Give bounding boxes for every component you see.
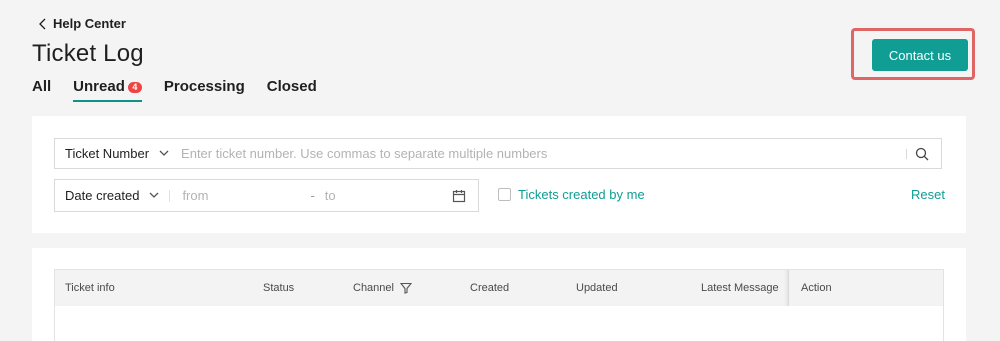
table-header: Ticket info Status Channel Created Updat… xyxy=(55,270,943,306)
tab-label: Processing xyxy=(163,78,245,95)
ticket-search-input[interactable] xyxy=(179,138,906,169)
reset-link[interactable]: Reset xyxy=(911,187,945,202)
divider xyxy=(169,189,171,202)
column-divider xyxy=(788,270,789,306)
column-header-ticket-info: Ticket info xyxy=(65,282,115,294)
chevron-down-icon xyxy=(159,150,169,156)
search-field-select[interactable]: Ticket Number xyxy=(55,146,169,161)
column-header-channel: Channel xyxy=(353,270,412,306)
date-from-input[interactable] xyxy=(180,180,305,211)
tab-all[interactable]: All xyxy=(32,76,51,102)
breadcrumb-label: Help Center xyxy=(53,16,126,31)
tab-closed[interactable]: Closed xyxy=(267,76,317,102)
search-field-value: Ticket Number xyxy=(65,146,150,161)
calendar-icon[interactable] xyxy=(452,189,466,203)
chevron-left-icon xyxy=(39,18,46,29)
range-separator: - xyxy=(310,188,315,203)
contact-highlight: Contact us xyxy=(851,28,975,80)
tab-bar: All Unread 4 Processing Closed xyxy=(32,76,339,102)
column-header-latest-message: Latest Message xyxy=(701,282,779,294)
divider xyxy=(906,148,907,159)
tab-label: All xyxy=(32,78,52,95)
page-title: Ticket Log xyxy=(32,40,144,67)
column-header-status: Status xyxy=(263,282,295,294)
search-icon[interactable] xyxy=(915,147,929,161)
ticket-table: Ticket info Status Channel Created Updat… xyxy=(54,269,944,341)
filter-panel: Ticket Number Date created - Tickets cre… xyxy=(32,116,966,233)
tab-processing[interactable]: Processing xyxy=(164,76,245,102)
date-to-input[interactable] xyxy=(322,180,437,211)
tab-label: Closed xyxy=(266,78,317,95)
search-bar: Ticket Number xyxy=(54,138,942,169)
date-range-filter: Date created - xyxy=(54,179,479,212)
ticket-table-panel: Ticket info Status Channel Created Updat… xyxy=(32,248,966,341)
column-header-created: Created xyxy=(470,282,510,294)
tab-unread[interactable]: Unread 4 xyxy=(73,76,142,102)
column-header-channel-label: Channel xyxy=(353,282,394,294)
date-field-value: Date created xyxy=(65,188,140,203)
created-by-me-checkbox[interactable] xyxy=(498,188,511,201)
breadcrumb[interactable]: Help Center xyxy=(38,16,126,31)
created-by-me-filter[interactable]: Tickets created by me xyxy=(498,187,645,202)
filter-icon[interactable] xyxy=(399,282,412,294)
tab-label: Unread xyxy=(73,78,125,95)
column-header-updated: Updated xyxy=(576,282,618,294)
chevron-down-icon xyxy=(149,192,159,198)
unread-count-badge: 4 xyxy=(127,82,142,93)
created-by-me-label: Tickets created by me xyxy=(518,187,645,202)
contact-us-button[interactable]: Contact us xyxy=(872,39,968,71)
date-field-select[interactable]: Date created xyxy=(55,188,159,203)
column-header-action: Action xyxy=(801,282,832,294)
